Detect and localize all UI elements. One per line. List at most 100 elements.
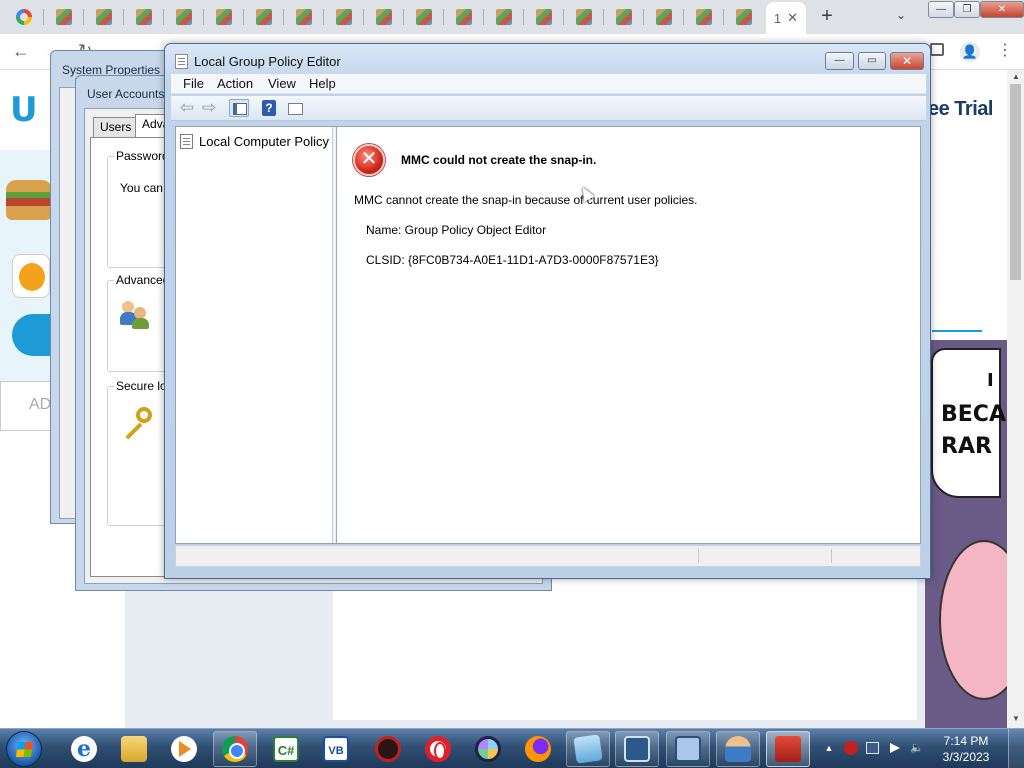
- show-action-pane-icon[interactable]: [285, 99, 305, 117]
- comic-favicon-icon: [456, 9, 472, 25]
- tab-comic-13[interactable]: [524, 0, 564, 34]
- tab-comic-7[interactable]: [284, 0, 324, 34]
- opera-icon: [425, 736, 451, 762]
- user-accounts-title: User Accounts: [87, 87, 165, 101]
- tab-close-icon[interactable]: ✕: [787, 10, 798, 26]
- comic-favicon-icon: [576, 9, 592, 25]
- comic-strip-image[interactable]: I BECA RAR: [925, 340, 1007, 728]
- tab-comic-12[interactable]: [484, 0, 524, 34]
- menu-view[interactable]: View: [268, 76, 296, 91]
- taskbar-csharp-ide[interactable]: C#: [264, 731, 308, 767]
- site-logo-icon[interactable]: U: [10, 90, 50, 130]
- gpe-maximize-button[interactable]: ▭: [858, 52, 886, 70]
- menu-file[interactable]: File: [183, 76, 204, 91]
- taskbar-notepad[interactable]: [566, 731, 610, 767]
- browser-minimize-button[interactable]: —: [928, 1, 954, 18]
- profile-avatar-icon[interactable]: 👤: [960, 42, 980, 62]
- tab-comic-4[interactable]: [164, 0, 204, 34]
- tab-comic-10[interactable]: [404, 0, 444, 34]
- show-desktop-button[interactable]: [1008, 729, 1024, 768]
- show-hide-console-tree-icon[interactable]: [229, 99, 249, 117]
- tab-comic-2[interactable]: [84, 0, 124, 34]
- tab-comic-6[interactable]: [244, 0, 284, 34]
- volume-icon[interactable]: 🔈: [910, 741, 924, 755]
- tab-comic-9[interactable]: [364, 0, 404, 34]
- taskbar: e C# VB ▲ 🔈 7:14 PM 3/3/2023: [0, 728, 1024, 768]
- tab-comic-5[interactable]: [204, 0, 244, 34]
- taskbar-group-policy-editor[interactable]: [766, 731, 810, 767]
- taskbar-user-accounts[interactable]: [716, 731, 760, 767]
- site-content-column: [125, 578, 925, 728]
- tab-active[interactable]: 1 ✕: [766, 2, 806, 34]
- comic-favicon-icon: [256, 9, 272, 25]
- browser-close-button[interactable]: ✕: [980, 1, 1024, 18]
- chrome-icon: [222, 736, 248, 762]
- browser-maximize-button[interactable]: ❐: [954, 1, 980, 18]
- system-clock[interactable]: 7:14 PM 3/3/2023: [936, 733, 996, 765]
- policy-document-icon: [180, 133, 193, 149]
- gpe-status-bar: [175, 545, 921, 567]
- tab-comic-8[interactable]: [324, 0, 364, 34]
- taskbar-firefox[interactable]: [516, 731, 560, 767]
- gpe-minimize-button[interactable]: —: [825, 52, 854, 70]
- scroll-up-icon[interactable]: ▲: [1012, 72, 1020, 81]
- comic-favicon-icon: [336, 9, 352, 25]
- tab-search-chevron-icon[interactable]: ⌄: [896, 8, 906, 22]
- back-arrow-icon[interactable]: ←: [12, 41, 30, 62]
- taskbar-windows-explorer[interactable]: [112, 731, 156, 767]
- password-group-text: You can: [120, 181, 163, 195]
- forward-arrow-icon[interactable]: ⇨: [199, 99, 219, 117]
- tab-comic-3[interactable]: [124, 0, 164, 34]
- taskbar-system-monitor[interactable]: [666, 731, 710, 767]
- tab-comic-18[interactable]: [724, 0, 764, 34]
- tab-comic-17[interactable]: [684, 0, 724, 34]
- garfield-thumbnail[interactable]: [12, 254, 50, 298]
- taskbar-opera[interactable]: [416, 731, 460, 767]
- error-snapin-name: Name: Group Policy Object Editor: [366, 223, 547, 237]
- network-icon: [624, 736, 650, 762]
- show-hidden-icons-icon[interactable]: ▲: [822, 741, 836, 755]
- taskbar-media-player[interactable]: [162, 731, 206, 767]
- active-tab-label: 1: [773, 10, 782, 26]
- browser-menu-icon[interactable]: ⋮: [997, 40, 1013, 60]
- taskbar-brave[interactable]: [466, 731, 510, 767]
- free-trial-heading[interactable]: ee Trial: [928, 98, 993, 121]
- comic-text-2: BECA: [941, 402, 1006, 427]
- tab-google[interactable]: [4, 0, 44, 34]
- antivirus-tray-icon[interactable]: [844, 741, 858, 755]
- advanced-group-title: Advanced: [114, 273, 172, 287]
- action-center-flag-icon[interactable]: [890, 743, 900, 753]
- tree-item-local-computer-policy[interactable]: Local Computer Policy: [180, 131, 329, 151]
- network-tray-icon[interactable]: [866, 742, 879, 754]
- new-tab-button[interactable]: +: [816, 5, 838, 27]
- scroll-down-icon[interactable]: ▼: [1012, 714, 1020, 723]
- tab-comic-1[interactable]: [44, 0, 84, 34]
- users-icon: [120, 299, 150, 329]
- taskbar-network-center[interactable]: [615, 731, 659, 767]
- menu-action[interactable]: Action: [217, 76, 253, 91]
- tab-comic-15[interactable]: [604, 0, 644, 34]
- error-icon: ✕: [353, 144, 385, 176]
- menu-help[interactable]: Help: [309, 76, 336, 91]
- scrollbar-thumb[interactable]: [1010, 84, 1021, 280]
- clock-time: 7:14 PM: [943, 734, 989, 748]
- taskbar-antivirus[interactable]: [366, 731, 410, 767]
- tab-comic-14[interactable]: [564, 0, 604, 34]
- tab-users[interactable]: Users: [93, 117, 139, 137]
- page-scrollbar[interactable]: ▲ ▼: [1007, 70, 1024, 728]
- comic-favicon-icon: [56, 9, 72, 25]
- side-panel-icon[interactable]: [930, 43, 944, 56]
- taskbar-internet-explorer[interactable]: e: [62, 731, 106, 767]
- tab-comic-11[interactable]: [444, 0, 484, 34]
- help-icon[interactable]: ?: [262, 100, 276, 116]
- comic-favicon-icon: [376, 9, 392, 25]
- taskbar-chrome[interactable]: [213, 731, 257, 767]
- comic-favicon-icon: [416, 9, 432, 25]
- start-button[interactable]: [6, 731, 42, 767]
- visual-basic-icon: VB: [323, 736, 349, 762]
- tab-comic-16[interactable]: [644, 0, 684, 34]
- gpe-close-button[interactable]: ✕: [890, 52, 924, 70]
- back-arrow-icon[interactable]: ⇦: [177, 99, 197, 117]
- taskbar-vb-ide[interactable]: VB: [314, 731, 358, 767]
- group-policy-editor-window[interactable]: Local Group Policy Editor — ▭ ✕ File Act…: [164, 43, 931, 579]
